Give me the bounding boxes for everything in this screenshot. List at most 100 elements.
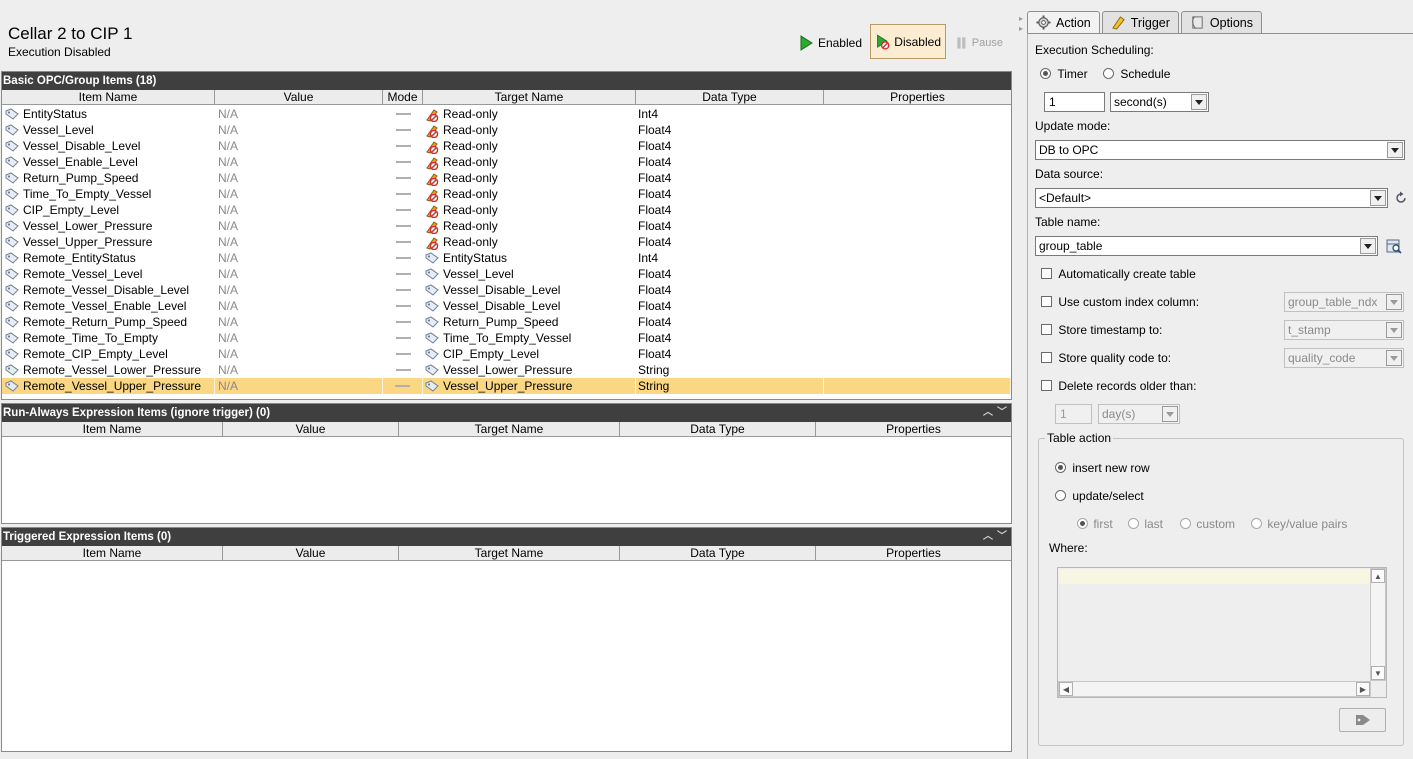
- col-value[interactable]: Value: [223, 546, 399, 560]
- refresh-icon[interactable]: [1394, 191, 1408, 205]
- data-type-cell[interactable]: Float4: [636, 314, 824, 330]
- mode-cell[interactable]: [383, 154, 423, 170]
- update-select-dot[interactable]: [1055, 490, 1066, 501]
- mode-cell[interactable]: [383, 138, 423, 154]
- table-row[interactable]: Remote_Vessel_Disable_Level N/A Vessel_Dis…: [2, 282, 1011, 298]
- mode-cell[interactable]: [383, 202, 423, 218]
- table-row[interactable]: Remote_Time_To_Empty N/A Time_To_Empty_Ves…: [2, 330, 1011, 346]
- move-up-icon[interactable]: ︿: [983, 404, 993, 422]
- mode-cell[interactable]: [383, 106, 423, 122]
- target-name-cell[interactable]: CIP_Empty_Level: [423, 346, 636, 362]
- where-editor[interactable]: ▲ ▼ ◀ ▶: [1057, 567, 1387, 698]
- value-cell[interactable]: N/A: [215, 314, 383, 330]
- value-cell[interactable]: N/A: [215, 154, 383, 170]
- table-row[interactable]: Vessel_Level N/A Read-only Float4: [2, 122, 1011, 138]
- last-dot[interactable]: [1128, 518, 1139, 529]
- item-name-cell[interactable]: Return_Pump_Speed: [2, 170, 215, 186]
- mode-cell[interactable]: [383, 266, 423, 282]
- properties-cell[interactable]: [824, 234, 1011, 250]
- target-name-cell[interactable]: Read-only: [423, 218, 636, 234]
- table-row[interactable]: Time_To_Empty_Vessel N/A Read-only Float4: [2, 186, 1011, 202]
- mode-cell[interactable]: [383, 362, 423, 378]
- target-name-cell[interactable]: Read-only: [423, 186, 636, 202]
- table-row[interactable]: Remote_Vessel_Upper_Pressure N/A Vessel_Up…: [2, 378, 1011, 394]
- custom-index-check[interactable]: [1041, 296, 1052, 307]
- item-name-cell[interactable]: Remote_Vessel_Enable_Level: [2, 298, 215, 314]
- quality-select[interactable]: quality_code: [1284, 348, 1404, 368]
- target-name-cell[interactable]: Read-only: [423, 170, 636, 186]
- data-type-cell[interactable]: Float4: [636, 218, 824, 234]
- target-name-cell[interactable]: Vessel_Level: [423, 266, 636, 282]
- col-data-type[interactable]: Data Type: [636, 90, 824, 104]
- data-type-cell[interactable]: Float4: [636, 234, 824, 250]
- timer-radio[interactable]: Timer: [1040, 67, 1088, 81]
- pause-button[interactable]: Pause: [951, 25, 1007, 60]
- quality-checkbox[interactable]: Store quality code to:: [1041, 351, 1171, 365]
- item-name-cell[interactable]: EntityStatus: [2, 106, 215, 122]
- delete-unit-select[interactable]: day(s): [1098, 404, 1180, 424]
- table-row[interactable]: Remote_Return_Pump_Speed N/A Return_Pump_S…: [2, 314, 1011, 330]
- properties-cell[interactable]: [824, 250, 1011, 266]
- value-cell[interactable]: N/A: [215, 122, 383, 138]
- table-row[interactable]: Remote_Vessel_Lower_Pressure N/A Vessel_Lo…: [2, 362, 1011, 378]
- mode-cell[interactable]: [383, 250, 423, 266]
- item-name-cell[interactable]: Vessel_Level: [2, 122, 215, 138]
- timestamp-select[interactable]: t_stamp: [1284, 320, 1404, 340]
- first-radio[interactable]: first: [1077, 517, 1113, 531]
- data-type-cell[interactable]: String: [636, 362, 824, 378]
- item-name-cell[interactable]: Remote_Return_Pump_Speed: [2, 314, 215, 330]
- first-dot[interactable]: [1077, 518, 1088, 529]
- item-name-cell[interactable]: Vessel_Enable_Level: [2, 154, 215, 170]
- properties-cell[interactable]: [824, 122, 1011, 138]
- properties-cell[interactable]: [824, 138, 1011, 154]
- collapse-handle[interactable]: ▸ ▸: [1019, 14, 1025, 34]
- auto-create-check[interactable]: [1041, 268, 1052, 279]
- col-item-name[interactable]: Item Name: [2, 546, 223, 560]
- keyvalue-radio[interactable]: key/value pairs: [1251, 517, 1347, 531]
- mode-cell[interactable]: [383, 330, 423, 346]
- horizontal-scrollbar[interactable]: ◀ ▶: [1058, 681, 1371, 697]
- update-mode-select[interactable]: DB to OPC: [1035, 140, 1405, 160]
- properties-cell[interactable]: [824, 362, 1011, 378]
- insert-row-radio[interactable]: insert new row: [1055, 461, 1150, 475]
- mode-cell[interactable]: [383, 298, 423, 314]
- timer-value-input[interactable]: 1: [1044, 92, 1105, 112]
- properties-cell[interactable]: [824, 186, 1011, 202]
- timestamp-check[interactable]: [1041, 324, 1052, 335]
- target-name-cell[interactable]: Return_Pump_Speed: [423, 314, 636, 330]
- timer-unit-select[interactable]: second(s): [1110, 92, 1209, 112]
- table-row[interactable]: Remote_Vessel_Level N/A Vessel_Level Float4: [2, 266, 1011, 282]
- mode-cell[interactable]: [383, 346, 423, 362]
- value-cell[interactable]: N/A: [215, 266, 383, 282]
- target-name-cell[interactable]: Read-only: [423, 234, 636, 250]
- chevron-down-icon[interactable]: [1191, 94, 1207, 110]
- table-row[interactable]: Vessel_Upper_Pressure N/A Read-only Float4: [2, 234, 1011, 250]
- properties-cell[interactable]: [824, 202, 1011, 218]
- item-name-cell[interactable]: Remote_Time_To_Empty: [2, 330, 215, 346]
- properties-cell[interactable]: [824, 218, 1011, 234]
- table-row[interactable]: Vessel_Disable_Level N/A Read-only Float4: [2, 138, 1011, 154]
- table-row[interactable]: EntityStatus N/A Read-only Int4: [2, 106, 1011, 122]
- chevron-down-icon[interactable]: [1386, 294, 1402, 310]
- item-name-cell[interactable]: CIP_Empty_Level: [2, 202, 215, 218]
- target-name-cell[interactable]: Vessel_Lower_Pressure: [423, 362, 636, 378]
- properties-cell[interactable]: [824, 282, 1011, 298]
- value-cell[interactable]: N/A: [215, 218, 383, 234]
- auto-create-checkbox[interactable]: Automatically create table: [1041, 267, 1196, 281]
- mode-cell[interactable]: [383, 234, 423, 250]
- col-mode[interactable]: Mode: [383, 90, 423, 104]
- value-cell[interactable]: N/A: [215, 330, 383, 346]
- value-cell[interactable]: N/A: [215, 186, 383, 202]
- properties-cell[interactable]: [824, 298, 1011, 314]
- insert-row-dot[interactable]: [1055, 462, 1066, 473]
- chevron-down-icon[interactable]: [1387, 142, 1403, 158]
- properties-cell[interactable]: [824, 106, 1011, 122]
- col-item-name[interactable]: Item Name: [2, 422, 223, 436]
- data-type-cell[interactable]: Float4: [636, 330, 824, 346]
- value-cell[interactable]: N/A: [215, 170, 383, 186]
- value-cell[interactable]: N/A: [215, 378, 383, 394]
- value-cell[interactable]: N/A: [215, 298, 383, 314]
- col-properties[interactable]: Properties: [824, 90, 1011, 104]
- mode-cell[interactable]: [383, 218, 423, 234]
- custom-dot[interactable]: [1180, 518, 1191, 529]
